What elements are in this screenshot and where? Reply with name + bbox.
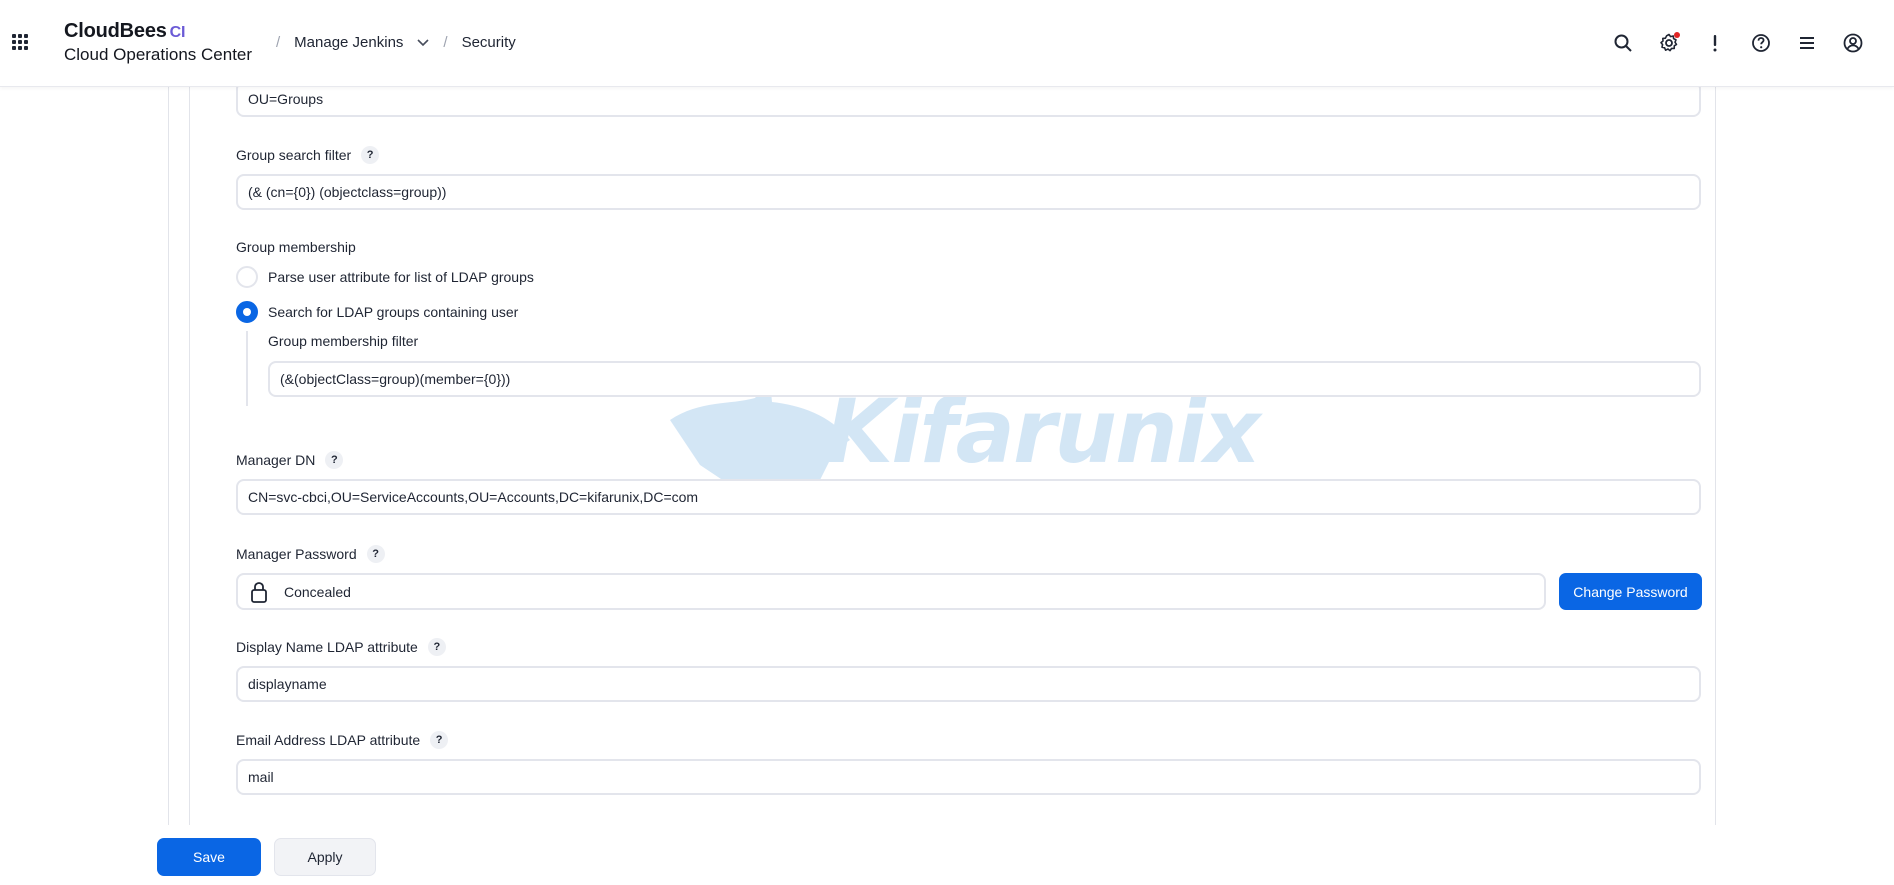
radio-parse-user-attribute[interactable]: Parse user attribute for list of LDAP gr… [236,266,534,288]
lock-icon [251,581,267,603]
radio-button[interactable] [236,266,258,288]
menu-icon[interactable] [1794,30,1820,56]
breadcrumb: / Manage Jenkins / Security [262,34,516,51]
exclamation-icon[interactable] [1702,30,1728,56]
brand-name: CloudBees [64,20,167,42]
manager-dn-label: Manager DN? [236,451,344,469]
display-name-attr-input[interactable] [236,666,1701,702]
brand-badge: CI [169,24,186,41]
breadcrumb-manage-jenkins[interactable]: Manage Jenkins [294,34,403,51]
group-membership-label: Group membership [236,239,356,255]
brand-subtitle: Cloud Operations Center [64,45,253,64]
help-icon[interactable] [1748,30,1774,56]
breadcrumb-separator: / [443,34,448,51]
user-icon[interactable] [1840,30,1866,56]
chevron-down-icon[interactable] [417,36,429,50]
radio-button-selected[interactable] [236,301,258,323]
manager-password-field: Concealed [236,573,1546,610]
apply-button[interactable]: Apply [274,838,376,876]
section-border-left [168,87,169,827]
help-icon[interactable]: ? [430,731,449,749]
help-icon[interactable]: ? [427,638,446,656]
gear-icon[interactable] [1656,30,1682,56]
section-border-right [1715,87,1716,827]
nested-option-indicator [246,331,248,406]
breadcrumb-security[interactable]: Security [462,34,516,51]
group-search-filter-input[interactable] [236,174,1701,210]
breadcrumb-separator: / [276,34,281,51]
manager-password-label: Manager Password? [236,545,385,563]
help-icon[interactable]: ? [325,451,344,469]
group-search-filter-label: Group search filter? [236,146,380,164]
password-concealed-text: Concealed [284,583,351,600]
help-icon[interactable]: ? [366,545,385,563]
save-button[interactable]: Save [157,838,261,876]
brand-logo[interactable]: CloudBees CI Cloud Operations Center [64,20,252,65]
email-attr-label: Email Address LDAP attribute? [236,731,449,749]
search-icon[interactable] [1610,30,1636,56]
notification-dot [1674,32,1680,38]
header-actions [1610,30,1866,56]
help-icon[interactable]: ? [361,146,380,164]
section-border-inner [189,87,190,827]
top-header: CloudBees CI Cloud Operations Center / Ma… [0,0,1894,87]
radio-search-ldap-groups[interactable]: Search for LDAP groups containing user [236,301,518,323]
manager-dn-input[interactable] [236,479,1701,515]
email-attr-input[interactable] [236,759,1701,795]
change-password-button[interactable]: Change Password [1559,573,1702,610]
group-membership-filter-label: Group membership filter [268,333,419,349]
group-membership-filter-input[interactable] [268,361,1701,397]
apps-grid-icon[interactable] [12,34,28,50]
display-name-attr-label: Display Name LDAP attribute? [236,638,446,656]
